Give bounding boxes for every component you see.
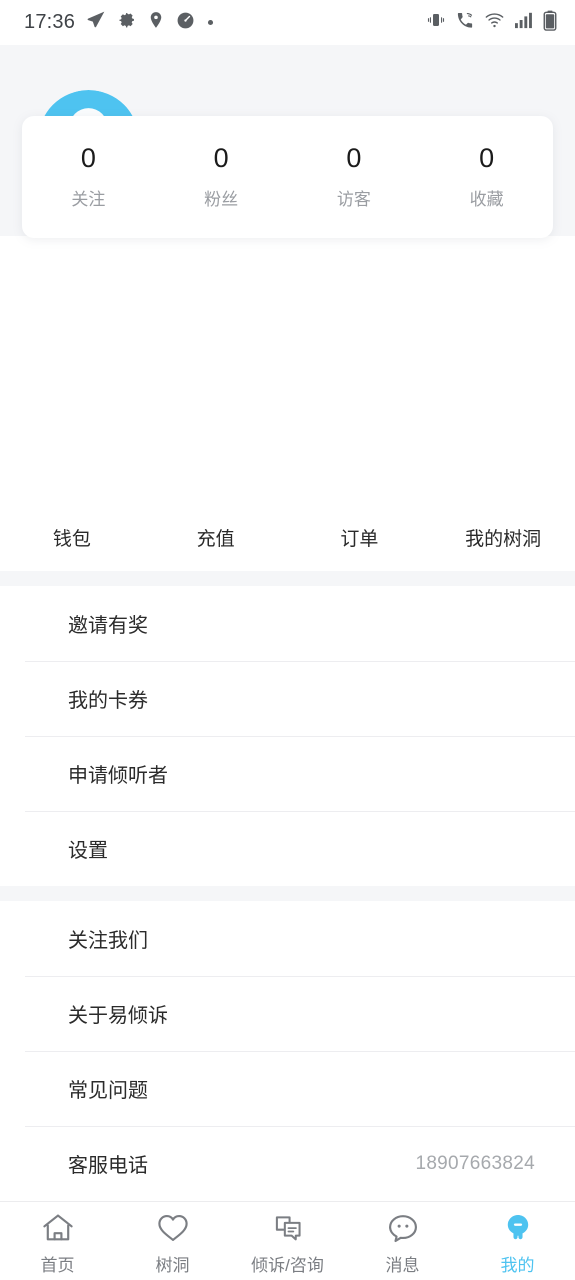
chat-bubbles-icon	[271, 1212, 305, 1244]
quick-action-label: 订单	[340, 529, 379, 550]
stats-card: 0 关注 0 粉丝 0 访客 0 收藏	[22, 116, 553, 238]
menu-group-secondary: 关注我们 关于易倾诉 常见问题 客服电话 18907663824	[0, 901, 575, 1201]
dot-icon	[206, 14, 215, 32]
gear-icon	[117, 11, 136, 35]
signal-bars-icon	[514, 11, 534, 34]
stat-following[interactable]: 0 关注	[22, 143, 155, 210]
profile-blob-icon	[501, 1212, 535, 1244]
menu-item-label: 客服电话	[68, 1155, 148, 1177]
menu-item-apply-listener[interactable]: 申请倾听者	[0, 736, 575, 811]
vibrate-icon	[426, 11, 446, 34]
menu-item-value: 18907663824	[415, 1152, 535, 1174]
status-time: 17:36	[24, 11, 76, 33]
stat-value: 0	[479, 143, 495, 174]
stat-label: 粉丝	[204, 189, 239, 209]
menu-item-label: 关注我们	[68, 930, 148, 952]
stat-fans[interactable]: 0 粉丝	[155, 143, 288, 210]
stat-favorites[interactable]: 0 收藏	[420, 143, 553, 210]
menu-item-label: 关于易倾诉	[68, 1005, 168, 1027]
menu-item-invite-rewards[interactable]: 邀请有奖	[0, 586, 575, 661]
heart-icon	[156, 1212, 190, 1244]
menu-item-label: 申请倾听者	[68, 765, 168, 787]
stats-spacer	[0, 236, 575, 481]
status-bar-left: 17:36	[24, 10, 215, 35]
menu-item-my-coupons[interactable]: 我的卡券	[0, 661, 575, 736]
call-wifi-icon	[455, 11, 475, 35]
menu-item-customer-service-phone[interactable]: 客服电话 18907663824	[0, 1126, 575, 1201]
quick-action-orders[interactable]: 订单	[288, 524, 432, 551]
tab-messages[interactable]: 消息	[345, 1212, 460, 1276]
wifi-icon	[484, 11, 505, 34]
tab-profile[interactable]: 我的	[460, 1212, 575, 1276]
home-icon	[41, 1212, 75, 1244]
tab-label: 树洞	[155, 1256, 190, 1275]
tab-label: 首页	[40, 1256, 75, 1275]
stat-value: 0	[213, 143, 229, 174]
quick-action-label: 钱包	[52, 529, 91, 550]
quick-action-label: 我的树洞	[465, 529, 542, 550]
status-bar: 17:36	[0, 0, 575, 45]
quick-actions-row: 钱包 充值 订单 我的树洞	[0, 481, 575, 571]
menu-group-primary: 邀请有奖 我的卡券 申请倾听者 设置	[0, 586, 575, 886]
send-icon	[86, 10, 106, 35]
speedometer-icon	[176, 11, 195, 35]
bottom-tab-bar: 首页 树洞 倾诉/咨询 消息 我的	[0, 1201, 575, 1280]
menu-item-label: 设置	[68, 840, 108, 862]
quick-action-label: 充值	[196, 529, 235, 550]
tab-home[interactable]: 首页	[0, 1212, 115, 1276]
tab-consult[interactable]: 倾诉/咨询	[230, 1212, 345, 1276]
menu-item-label: 我的卡券	[68, 690, 148, 712]
menu-item-settings[interactable]: 设置	[0, 811, 575, 886]
menu-item-label: 邀请有奖	[68, 615, 148, 637]
stat-label: 访客	[336, 189, 371, 209]
stat-label: 关注	[71, 189, 106, 209]
menu-item-label: 常见问题	[68, 1080, 148, 1102]
status-bar-right	[426, 10, 557, 36]
menu-item-about-app[interactable]: 关于易倾诉	[0, 976, 575, 1051]
tab-label: 消息	[385, 1256, 420, 1275]
section-divider-band	[0, 571, 575, 586]
stat-label: 收藏	[469, 189, 504, 209]
stat-value: 0	[346, 143, 362, 174]
stat-value: 0	[80, 143, 96, 174]
tab-tree-hole[interactable]: 树洞	[115, 1212, 230, 1276]
app-screen: 17:36 0 关注 0 粉丝 0 访客 0 收藏 钱包 充值 订单 我的树洞 …	[0, 0, 575, 1280]
tab-label: 我的	[500, 1256, 535, 1275]
menu-item-faq[interactable]: 常见问题	[0, 1051, 575, 1126]
tab-label: 倾诉/咨询	[251, 1256, 324, 1275]
stat-visitors[interactable]: 0 访客	[288, 143, 421, 210]
section-divider-band-2	[0, 886, 575, 901]
quick-action-my-tree-hole[interactable]: 我的树洞	[431, 524, 575, 551]
quick-action-wallet[interactable]: 钱包	[0, 524, 144, 551]
battery-icon	[543, 10, 557, 36]
message-icon	[386, 1212, 420, 1244]
menu-item-follow-us[interactable]: 关注我们	[0, 901, 575, 976]
quick-action-topup[interactable]: 充值	[144, 524, 288, 551]
location-pin-icon	[147, 10, 165, 35]
